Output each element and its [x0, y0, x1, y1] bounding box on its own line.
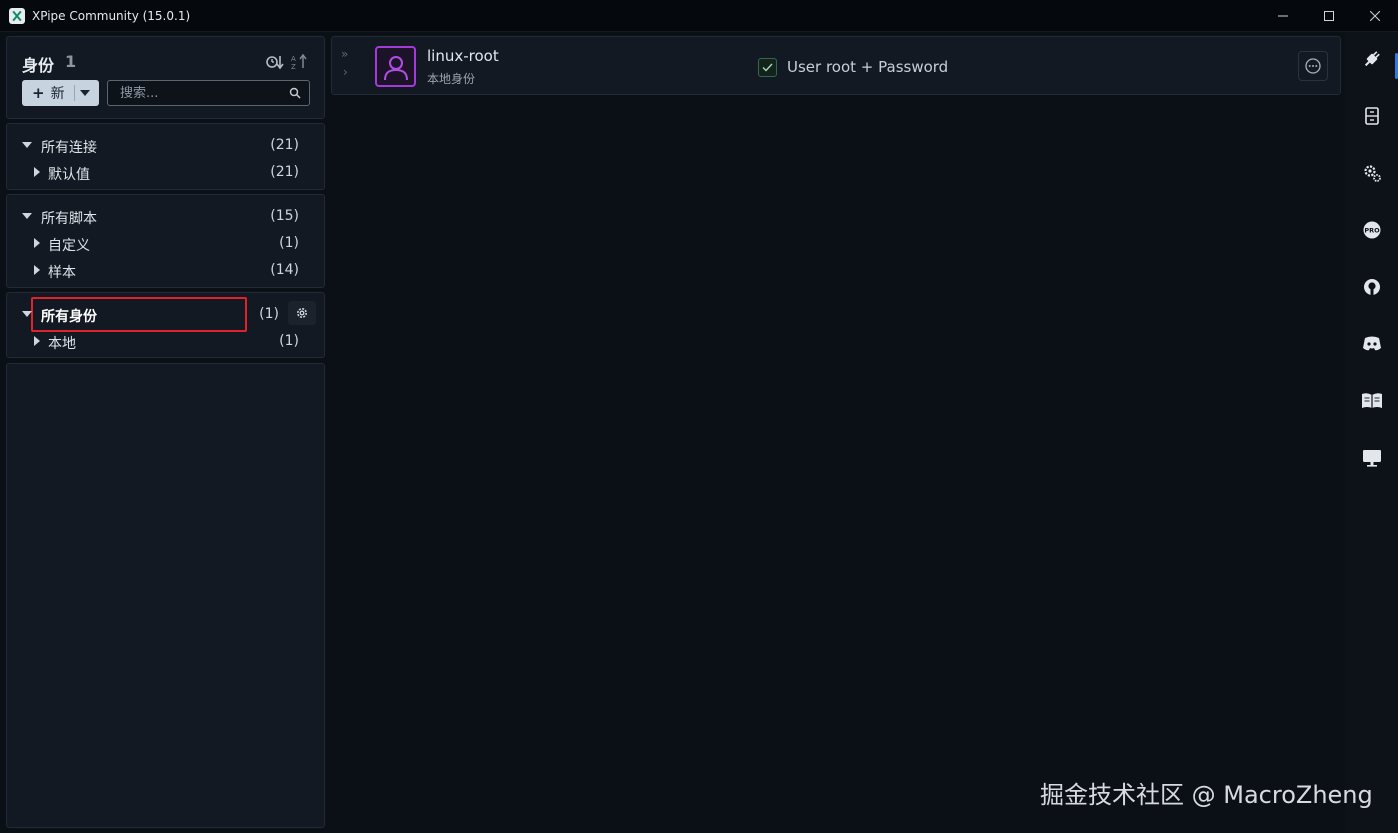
nav-desktop[interactable]	[1345, 438, 1398, 478]
collapse-arrow-icon[interactable]	[22, 213, 32, 219]
search-input[interactable]	[108, 81, 288, 105]
maximize-icon	[1324, 11, 1334, 21]
search-box	[107, 80, 310, 106]
category-label: 本地	[48, 336, 76, 352]
entry-info: User root + Password	[787, 58, 949, 76]
search-icon	[289, 87, 301, 99]
svg-text:Z: Z	[291, 63, 296, 71]
monitor-icon	[1362, 450, 1381, 467]
window-controls	[1260, 0, 1398, 32]
identity-entry-row[interactable]: » › linux-root 本地身份 User root + Password	[331, 36, 1341, 95]
category-count: (21)	[270, 137, 299, 153]
category-all-identities[interactable]: 所有身份 (1)	[7, 301, 324, 328]
category-settings-button[interactable]	[288, 301, 316, 325]
category-count: (15)	[270, 208, 299, 224]
nav-storage[interactable]	[1345, 96, 1398, 136]
nav-connections[interactable]	[1345, 39, 1398, 79]
category-label: 样本	[48, 265, 76, 281]
sort-by-date-button[interactable]	[266, 53, 284, 71]
category-count: (14)	[270, 262, 299, 278]
category-label: 自定义	[48, 238, 90, 254]
split-divider	[74, 85, 75, 101]
category-defaults[interactable]: 默认值 (21)	[7, 159, 324, 186]
user-icon	[375, 46, 416, 87]
entry-name: linux-root	[427, 47, 499, 65]
more-dots-icon	[1305, 58, 1321, 74]
category-label: 所有连接	[41, 140, 97, 156]
category-label: 所有脚本	[41, 211, 97, 227]
category-custom[interactable]: 自定义 (1)	[7, 230, 324, 257]
new-button[interactable]: + 新	[22, 80, 99, 106]
entry-subtitle: 本地身份	[427, 72, 476, 86]
discord-icon	[1362, 336, 1381, 351]
expand-arrow-icon[interactable]	[34, 167, 40, 177]
book-icon	[1361, 393, 1382, 408]
empty-category-panel	[6, 363, 325, 828]
svg-text:PRO: PRO	[1364, 227, 1380, 235]
right-sidebar: PRO	[1345, 32, 1398, 833]
caret-down-icon[interactable]	[80, 90, 90, 96]
close-icon	[1370, 11, 1380, 21]
page-title: 身份	[22, 56, 55, 75]
new-button-label: 新	[50, 86, 65, 102]
gear-icon	[297, 308, 307, 318]
more-options-button[interactable]	[1298, 51, 1328, 81]
category-local[interactable]: 本地 (1)	[7, 328, 324, 355]
entry-count: 1	[65, 52, 77, 71]
nav-docs[interactable]	[1345, 381, 1398, 421]
category-samples[interactable]: 样本 (14)	[7, 257, 324, 284]
minimize-button[interactable]	[1260, 0, 1306, 32]
clock-sort-icon	[266, 56, 284, 70]
category-count: (21)	[270, 164, 299, 180]
nav-settings[interactable]	[1345, 153, 1398, 193]
identities-header-panel: 身份 1 A Z + 新	[6, 36, 325, 119]
nav-pro[interactable]: PRO	[1345, 210, 1398, 250]
double-chevron-icon: »	[341, 47, 349, 61]
nav-discord[interactable]	[1345, 324, 1398, 364]
close-button[interactable]	[1352, 0, 1398, 32]
category-label: 所有身份	[41, 309, 97, 325]
window-title: XPipe Community (15.0.1)	[32, 8, 191, 23]
collapse-arrow-icon[interactable]	[22, 311, 32, 317]
title-bar: XPipe Community (15.0.1)	[0, 0, 1398, 32]
category-count: (1)	[279, 333, 299, 349]
collapse-arrow-icon[interactable]	[22, 142, 32, 148]
alpha-sort-icon: A Z	[291, 53, 307, 71]
expand-arrow-icon[interactable]	[34, 336, 40, 346]
minimize-icon	[1278, 15, 1288, 17]
xpipe-logo-icon	[9, 7, 25, 24]
pro-badge-icon: PRO	[1363, 221, 1380, 239]
sort-alphabetical-button[interactable]: A Z	[291, 53, 309, 71]
github-icon	[1363, 279, 1380, 295]
storage-icon	[1364, 107, 1379, 125]
plug-icon	[1364, 51, 1380, 67]
gears-icon	[1363, 165, 1381, 182]
watermark-text: 掘金技术社区 @ MacroZheng	[1040, 781, 1373, 809]
maximize-button[interactable]	[1306, 0, 1352, 32]
expand-toggle[interactable]: » ›	[341, 45, 348, 81]
category-all-connections[interactable]: 所有连接 (21)	[7, 132, 324, 159]
expand-arrow-icon[interactable]	[34, 265, 40, 275]
category-count: (1)	[279, 235, 299, 251]
scripts-category-panel: 所有脚本 (15) 自定义 (1) 样本 (14)	[6, 194, 325, 288]
svg-text:A: A	[291, 55, 296, 63]
nav-github[interactable]	[1345, 267, 1398, 307]
chevron-right-icon: ›	[343, 65, 348, 79]
connections-category-panel: 所有连接 (21) 默认值 (21)	[6, 123, 325, 190]
plus-icon: +	[32, 84, 45, 102]
check-icon	[758, 58, 777, 77]
category-label: 默认值	[48, 167, 90, 183]
expand-arrow-icon[interactable]	[34, 238, 40, 248]
category-count: (1)	[259, 306, 279, 322]
identities-category-panel: 所有身份 (1) 本地 (1)	[6, 292, 325, 358]
category-all-scripts[interactable]: 所有脚本 (15)	[7, 203, 324, 230]
